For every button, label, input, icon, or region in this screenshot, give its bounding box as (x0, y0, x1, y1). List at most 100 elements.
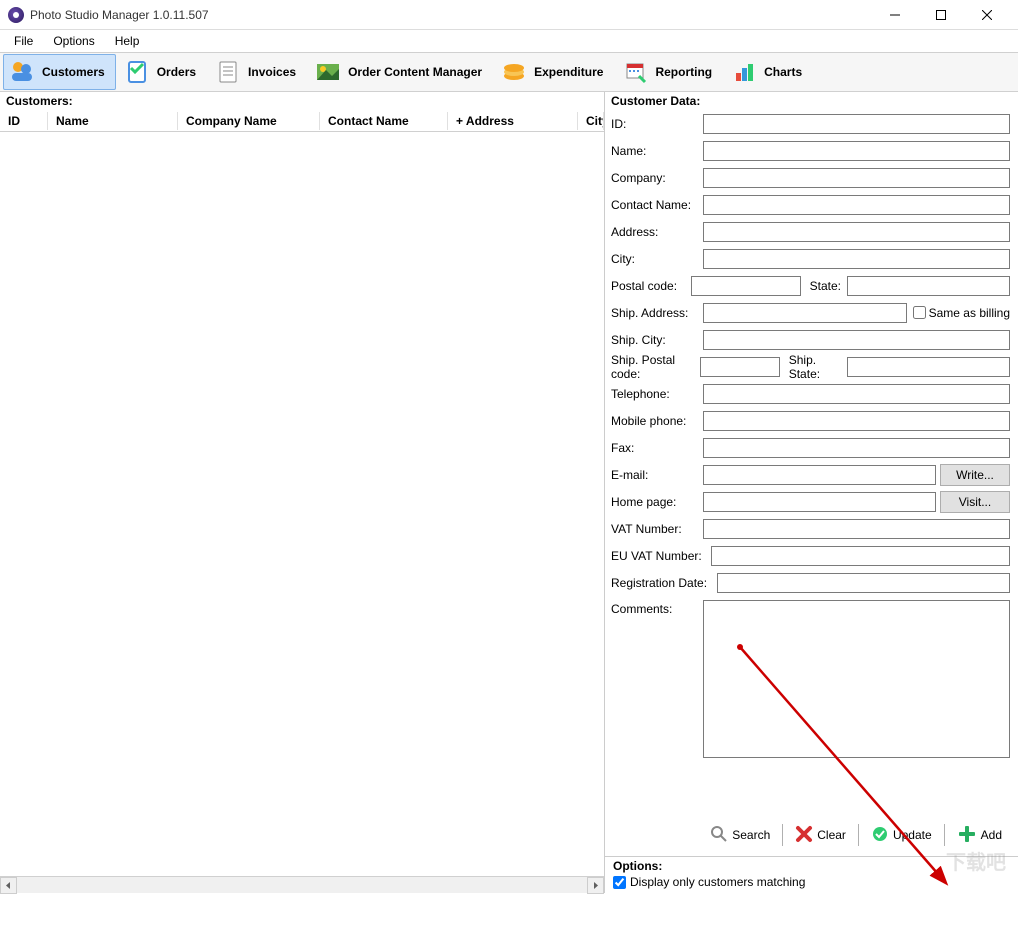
same-as-billing-label[interactable]: Same as billing (913, 306, 1010, 320)
search-label: Search (732, 828, 770, 842)
orders-icon (123, 58, 151, 86)
input-email[interactable] (703, 465, 936, 485)
toolbar-customers-label: Customers (42, 65, 105, 79)
label-state: State: (810, 279, 841, 293)
update-label: Update (893, 828, 932, 842)
clear-icon (795, 825, 813, 846)
input-postal-code[interactable] (691, 276, 801, 296)
label-ship-city: Ship. City: (611, 333, 703, 347)
toolbar-invoices-label: Invoices (248, 65, 296, 79)
charts-icon (730, 58, 758, 86)
close-button[interactable] (964, 0, 1010, 30)
label-ship-state: Ship. State: (789, 353, 841, 381)
toolbar-charts[interactable]: Charts (725, 54, 813, 90)
col-address[interactable]: + Address (448, 112, 578, 130)
input-ship-address[interactable] (703, 303, 907, 323)
toolbar-charts-label: Charts (764, 65, 802, 79)
label-contact-name: Contact Name: (611, 198, 703, 212)
customers-icon (8, 58, 36, 86)
update-button[interactable]: Update (863, 822, 940, 848)
update-icon (871, 825, 889, 846)
label-home-page: Home page: (611, 495, 703, 509)
input-state[interactable] (847, 276, 1010, 296)
label-comments: Comments: (611, 600, 703, 758)
col-contact-name[interactable]: Contact Name (320, 112, 448, 130)
label-name: Name: (611, 144, 703, 158)
display-matching-label[interactable]: Display only customers matching (613, 875, 1010, 889)
search-icon (710, 825, 728, 846)
clear-label: Clear (817, 828, 846, 842)
app-icon (8, 7, 24, 23)
horizontal-scrollbar[interactable] (0, 876, 604, 893)
input-home-page[interactable] (703, 492, 936, 512)
input-company[interactable] (703, 168, 1010, 188)
menubar: File Options Help (0, 30, 1018, 52)
toolbar-expenditure[interactable]: Expenditure (495, 54, 614, 90)
scroll-right-arrow[interactable] (587, 877, 604, 894)
customers-section-title: Customers: (0, 92, 604, 110)
display-matching-text: Display only customers matching (630, 875, 805, 889)
col-id[interactable]: ID (0, 112, 48, 130)
label-registration-date: Registration Date: (611, 576, 717, 590)
visit-button[interactable]: Visit... (940, 491, 1010, 513)
clear-button[interactable]: Clear (787, 822, 854, 848)
menu-file[interactable]: File (4, 32, 43, 50)
toolbar-reporting-label: Reporting (655, 65, 712, 79)
input-id[interactable] (703, 114, 1010, 134)
toolbar-customers[interactable]: Customers (3, 54, 116, 90)
input-ship-state[interactable] (847, 357, 1010, 377)
col-company-name[interactable]: Company Name (178, 112, 320, 130)
input-address[interactable] (703, 222, 1010, 242)
input-mobile-phone[interactable] (703, 411, 1010, 431)
ocm-icon (314, 58, 342, 86)
same-as-billing-checkbox[interactable] (913, 306, 926, 319)
toolbar: Customers Orders Invoices Order Content … (0, 52, 1018, 92)
write-button[interactable]: Write... (940, 464, 1010, 486)
reporting-icon (621, 58, 649, 86)
toolbar-orders[interactable]: Orders (118, 54, 207, 90)
col-city[interactable]: City (578, 112, 604, 130)
label-company: Company: (611, 171, 703, 185)
same-as-billing-text: Same as billing (929, 306, 1010, 320)
input-eu-vat-number[interactable] (711, 546, 1010, 566)
input-contact-name[interactable] (703, 195, 1010, 215)
minimize-button[interactable] (872, 0, 918, 30)
label-telephone: Telephone: (611, 387, 703, 401)
input-telephone[interactable] (703, 384, 1010, 404)
toolbar-invoices[interactable]: Invoices (209, 54, 307, 90)
input-vat-number[interactable] (703, 519, 1010, 539)
add-icon (957, 824, 977, 847)
watermark: 下载吧 (946, 846, 1006, 875)
toolbar-expenditure-label: Expenditure (534, 65, 603, 79)
customers-table-body[interactable] (0, 132, 604, 876)
maximize-button[interactable] (918, 0, 964, 30)
toolbar-ocm-label: Order Content Manager (348, 65, 482, 79)
col-name[interactable]: Name (48, 112, 178, 130)
menu-help[interactable]: Help (105, 32, 150, 50)
label-fax: Fax: (611, 441, 703, 455)
label-postal-code: Postal code: (611, 279, 691, 293)
input-comments[interactable] (703, 600, 1010, 758)
customer-data-title: Customer Data: (605, 92, 1018, 110)
display-matching-checkbox[interactable] (613, 876, 626, 889)
add-label: Add (981, 828, 1002, 842)
input-registration-date[interactable] (717, 573, 1010, 593)
input-city[interactable] (703, 249, 1010, 269)
window-title: Photo Studio Manager 1.0.11.507 (30, 8, 872, 22)
add-button[interactable]: Add (949, 822, 1010, 848)
input-ship-city[interactable] (703, 330, 1010, 350)
input-ship-postal-code[interactable] (700, 357, 780, 377)
customer-data-panel: Customer Data: ID: Name: Company: Contac… (605, 92, 1018, 893)
scroll-left-arrow[interactable] (0, 877, 17, 894)
input-name[interactable] (703, 141, 1010, 161)
toolbar-order-content-manager[interactable]: Order Content Manager (309, 54, 493, 90)
label-email: E-mail: (611, 468, 703, 482)
label-eu-vat-number: EU VAT Number: (611, 549, 711, 563)
toolbar-reporting[interactable]: Reporting (616, 54, 723, 90)
invoices-icon (214, 58, 242, 86)
input-fax[interactable] (703, 438, 1010, 458)
expenditure-icon (500, 58, 528, 86)
search-button[interactable]: Search (702, 822, 778, 848)
menu-options[interactable]: Options (43, 32, 104, 50)
toolbar-orders-label: Orders (157, 65, 196, 79)
